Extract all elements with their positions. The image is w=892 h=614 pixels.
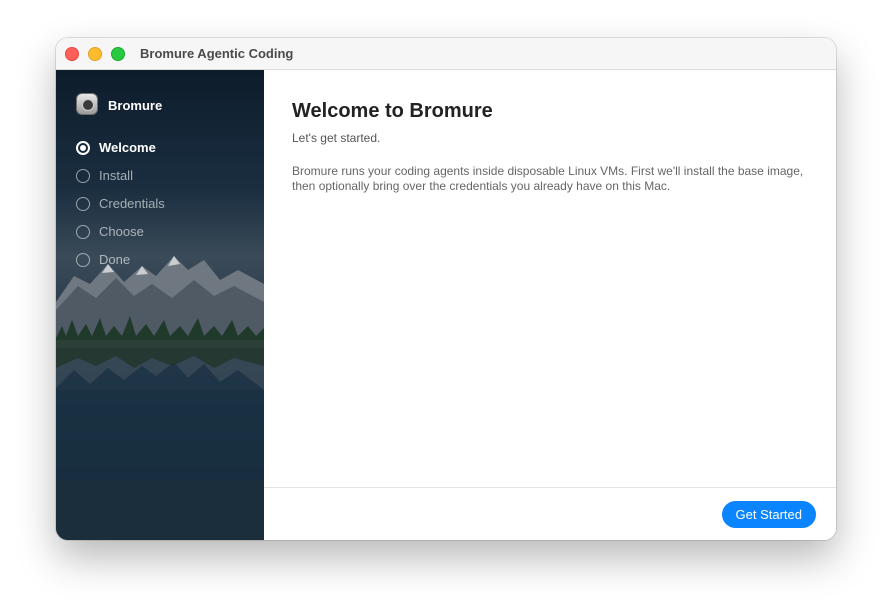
sidebar: Bromure Welcome Install Credentials Choo… bbox=[56, 70, 264, 540]
step-done: Done bbox=[76, 250, 246, 270]
step-pending-indicator-icon bbox=[76, 253, 90, 267]
step-install: Install bbox=[76, 166, 246, 186]
step-label: Welcome bbox=[99, 140, 156, 155]
intro-description: Bromure runs your coding agents inside d… bbox=[292, 164, 804, 193]
step-pending-indicator-icon bbox=[76, 169, 90, 183]
step-label: Credentials bbox=[99, 196, 165, 211]
step-credentials: Credentials bbox=[76, 194, 246, 214]
app-window: Bromure Agentic Coding Bromure Welcome I… bbox=[56, 38, 836, 540]
brand-name: Bromure bbox=[108, 98, 163, 113]
page-subtitle: Let's get started. bbox=[292, 131, 381, 145]
bromure-logo-icon bbox=[76, 93, 98, 115]
step-pending-indicator-icon bbox=[76, 225, 90, 239]
step-label: Choose bbox=[99, 224, 144, 239]
title-bar[interactable]: Bromure Agentic Coding bbox=[56, 38, 836, 70]
zoom-window-button[interactable] bbox=[111, 47, 125, 61]
step-label: Done bbox=[99, 252, 131, 267]
window-title: Bromure Agentic Coding bbox=[140, 46, 294, 61]
main-content: Welcome to Bromure Let's get started. Br… bbox=[264, 70, 836, 540]
get-started-button[interactable]: Get Started bbox=[721, 501, 816, 528]
page-title: Welcome to Bromure bbox=[292, 100, 493, 122]
minimize-window-button[interactable] bbox=[88, 47, 102, 61]
footer-bar: Get Started bbox=[264, 487, 836, 540]
step-welcome: Welcome bbox=[76, 138, 246, 158]
step-label: Install bbox=[99, 168, 133, 183]
step-pending-indicator-icon bbox=[76, 197, 90, 211]
close-window-button[interactable] bbox=[65, 47, 79, 61]
step-choose: Choose bbox=[76, 222, 246, 242]
step-current-indicator-icon bbox=[76, 141, 90, 155]
